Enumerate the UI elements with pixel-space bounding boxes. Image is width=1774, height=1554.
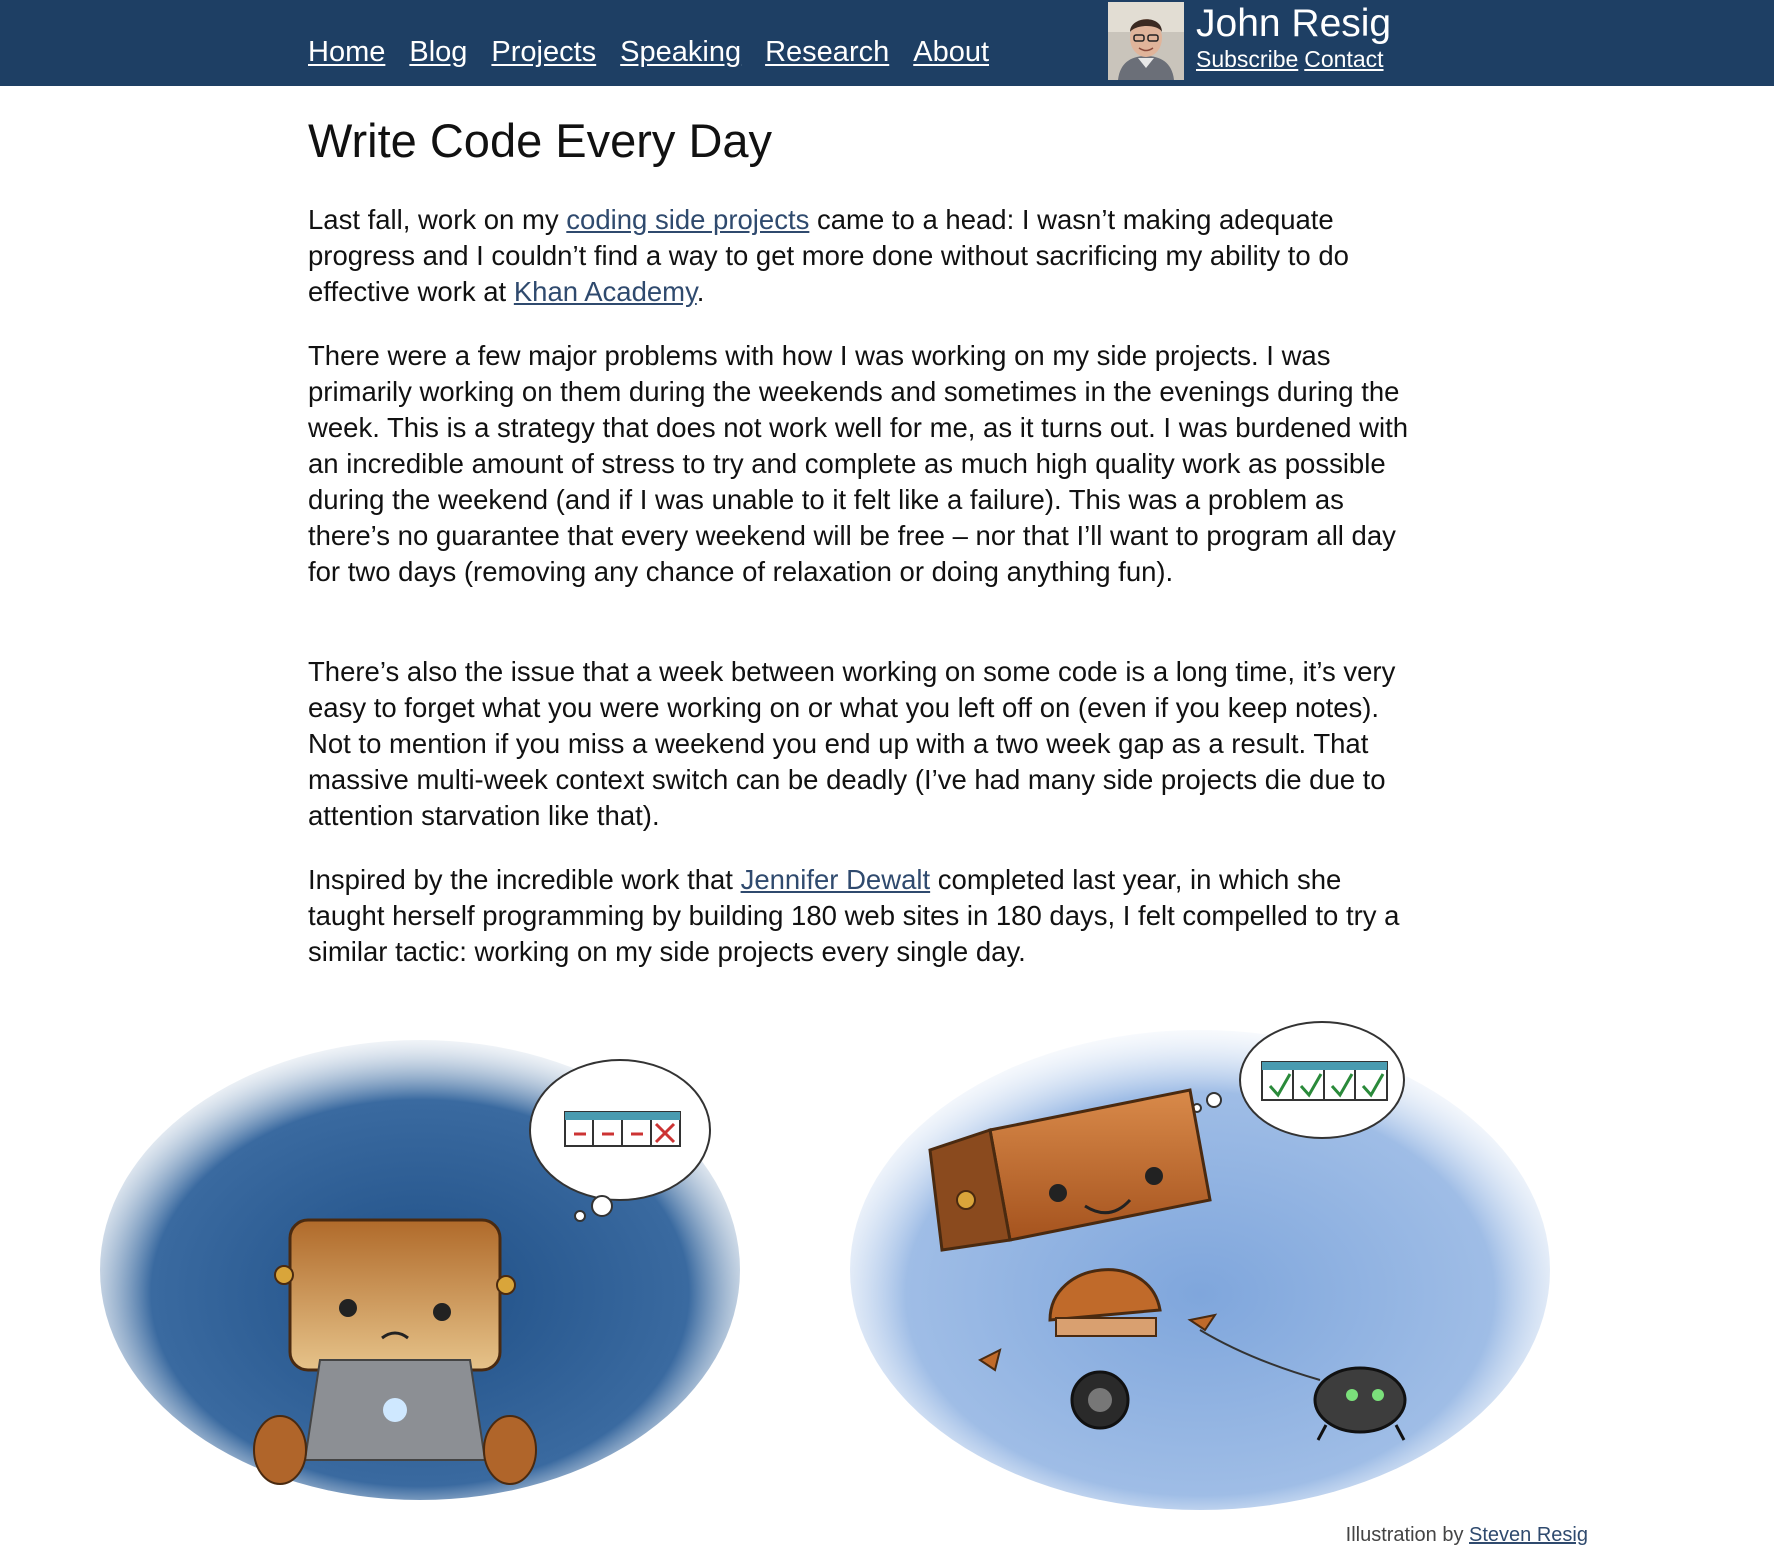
steven-resig-link[interactable]: Steven Resig <box>1469 1524 1588 1546</box>
paragraph-3: There’s also the issue that a week betwe… <box>308 656 1396 831</box>
khan-academy-link[interactable]: Khan Academy <box>514 276 697 307</box>
illustration-happy-robot <box>830 1000 1570 1525</box>
caption-prefix: Illustration by <box>1345 1524 1470 1546</box>
nav-projects[interactable]: Projects <box>491 36 596 69</box>
site-title[interactable]: John Resig <box>1196 2 1391 46</box>
header-sublinks: Subscribe Contact <box>1196 46 1384 73</box>
article-title: Write Code Every Day <box>308 114 773 167</box>
subscribe-link[interactable]: Subscribe <box>1196 46 1298 73</box>
nav-blog[interactable]: Blog <box>409 36 467 69</box>
main-nav: Home Blog Projects Speaking Research Abo… <box>308 36 989 69</box>
illustration-sad-robot <box>90 1020 810 1525</box>
avatar[interactable] <box>1108 2 1184 80</box>
contact-link[interactable]: Contact <box>1304 46 1383 73</box>
paragraph-1: Last fall, work on my coding side projec… <box>308 202 1408 310</box>
paragraph-2: There were a few major problems with how… <box>308 340 1408 587</box>
nav-home[interactable]: Home <box>308 36 385 69</box>
nav-speaking[interactable]: Speaking <box>620 36 741 69</box>
nav-research[interactable]: Research <box>765 36 889 69</box>
site-header: Home Blog Projects Speaking Research Abo… <box>0 0 1774 86</box>
text-segment: . <box>696 276 705 307</box>
text-segment: Inspired by the incredible work that <box>308 864 741 895</box>
nav-about[interactable]: About <box>913 36 989 69</box>
illustration-caption: Illustration by Steven Resig <box>1346 1524 1588 1547</box>
article: Write Code Every Day Last fall, work on … <box>308 110 1408 967</box>
coding-side-projects-link[interactable]: coding side projects <box>566 204 809 235</box>
paragraph-4: Inspired by the incredible work that Jen… <box>308 862 1408 970</box>
text-segment: Last fall, work on my <box>308 204 567 235</box>
jennifer-dewalt-link[interactable]: Jennifer Dewalt <box>741 864 931 895</box>
